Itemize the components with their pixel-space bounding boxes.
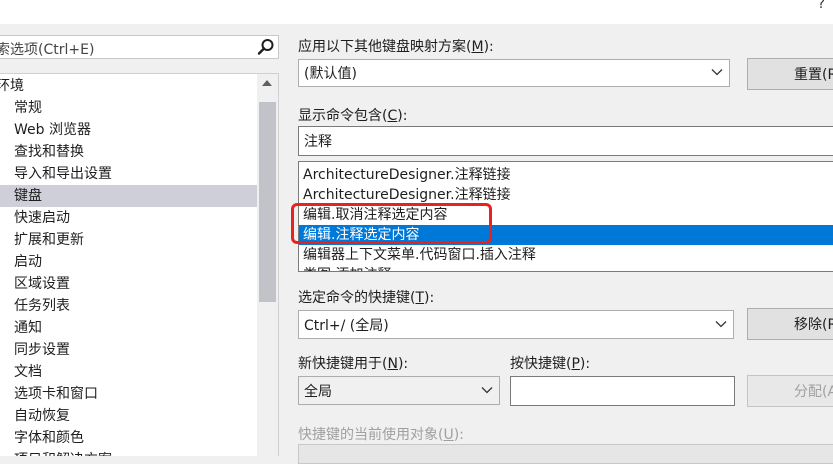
tree-item[interactable]: 扩展和更新 <box>0 229 257 251</box>
tree-item-label: 项目和解决方案 <box>14 449 112 456</box>
filter-mnemonic: C <box>387 108 398 124</box>
tree-item-label: 常规 <box>14 100 42 116</box>
search-icon[interactable] <box>257 38 275 56</box>
remove-button-label: 移除(R) <box>794 317 833 333</box>
mapping-label-suffix: ): <box>483 39 494 55</box>
help-icon[interactable]: ? <box>818 0 825 12</box>
command-list-item[interactable]: ArchitectureDesigner.注释链接 <box>299 165 833 185</box>
tree-item[interactable]: 自动恢复 <box>0 405 257 427</box>
tree-item[interactable]: 字体和颜色 <box>0 427 257 449</box>
scope-label-suffix: ): <box>397 356 409 372</box>
remove-button[interactable]: 移除(R) <box>747 308 833 340</box>
mapping-scheme-label: 应用以下其他键盘映射方案(M): <box>298 36 494 56</box>
tree-scrollbar[interactable] <box>257 74 278 456</box>
command-label: 编辑器上下文菜单.代码窗口.插入注释 <box>303 247 536 263</box>
tree-item[interactable]: 文档 <box>0 361 257 383</box>
command-label: ArchitectureDesigner.注释链接 <box>303 167 511 183</box>
mapping-label-text: 应用以下其他键盘映射方案( <box>298 39 472 55</box>
tree-item-label: 环境 <box>0 78 24 94</box>
tree-item-label: 启动 <box>14 254 42 270</box>
assign-button[interactable]: 分配(A) <box>747 375 833 407</box>
search-options-input[interactable]: 搜索选项(Ctrl+E) <box>0 35 279 59</box>
command-list-item[interactable]: ArchitectureDesigner.注释链接 <box>299 185 833 205</box>
mapping-mnemonic: M <box>471 39 484 55</box>
usage-mnemonic: U <box>443 427 454 443</box>
search-placeholder: 搜索选项(Ctrl+E) <box>0 42 95 58</box>
chevron-down-icon <box>481 386 493 393</box>
press-label-suffix: ): <box>579 356 591 372</box>
reset-button-label: 重置(R) <box>794 67 833 83</box>
usage-label: 快捷键的当前使用对象(U): <box>298 424 464 444</box>
new-shortcut-scope-label: 新快捷键用于(N): <box>298 353 408 373</box>
tree-item[interactable]: 查找和替换 <box>0 141 257 163</box>
press-shortcut-label: 按快捷键(P): <box>510 353 590 373</box>
scroll-up-arrow-icon[interactable] <box>262 80 272 86</box>
command-filter-value: 注释 <box>304 134 332 150</box>
filter-label-text: 显示命令包含( <box>298 108 388 124</box>
command-filter-input[interactable]: 注释 <box>298 126 833 156</box>
tree-item[interactable]: 通知 <box>0 317 257 339</box>
new-shortcut-scope-select[interactable]: 全局 <box>298 376 500 405</box>
tree-item-label: 查找和替换 <box>14 144 84 160</box>
tree-item-label: Web 浏览器 <box>14 122 91 138</box>
command-list-item[interactable]: 编辑器上下文菜单.代码窗口.插入注释 <box>299 245 833 265</box>
tree-item[interactable]: 任务列表 <box>0 295 257 317</box>
chevron-down-icon <box>715 320 727 327</box>
shortcuts-label-text: 选定命令的快捷键( <box>298 290 416 306</box>
usage-label-text: 快捷键的当前使用对象( <box>298 427 444 443</box>
dialog-top-strip <box>0 0 833 24</box>
options-tree[interactable]: 环境常规 Web 浏览器查找和替换导入和导出设置键盘快速启动扩展和更新启动区域设置… <box>0 73 279 456</box>
tree-item[interactable]: 键盘 <box>0 185 257 207</box>
tree-item[interactable]: 区域设置 <box>0 273 257 295</box>
filter-label-suffix: ): <box>397 108 408 124</box>
tree-item-label: 选项卡和窗口 <box>14 386 98 402</box>
tree-item[interactable]: Web 浏览器 <box>0 119 257 141</box>
assign-button-label: 分配(A) <box>794 384 833 400</box>
annotation-highlight-box <box>291 203 492 244</box>
tree-item[interactable]: 导入和导出设置 <box>0 163 257 185</box>
tree-item-label: 同步设置 <box>14 342 70 358</box>
tree-scroll-thumb[interactable] <box>259 102 276 302</box>
shortcuts-value: Ctrl+/ (全局) <box>304 317 389 334</box>
tree-item-label: 文档 <box>14 364 42 380</box>
tree-item-label: 键盘 <box>14 188 42 204</box>
tree-item-label: 区域设置 <box>14 276 70 292</box>
scope-value: 全局 <box>304 383 332 400</box>
tree-item[interactable]: 项目和解决方案 <box>0 449 257 456</box>
mapping-scheme-value: (默认值) <box>304 66 357 82</box>
tree-item-label: 字体和颜色 <box>14 430 84 446</box>
tree-item-label: 自动恢复 <box>14 408 70 424</box>
scope-label-text: 新快捷键用于( <box>298 356 388 372</box>
command-list-item[interactable]: 类图.添加注释 <box>299 265 833 271</box>
press-mnemonic: P <box>571 356 580 372</box>
shortcuts-label-suffix: ): <box>424 290 435 306</box>
press-shortcut-input[interactable] <box>510 376 735 406</box>
mapping-scheme-select[interactable]: (默认值) <box>298 59 730 87</box>
tree-item-label: 任务列表 <box>14 298 70 314</box>
tree-item[interactable]: 常规 <box>0 97 257 119</box>
tree-item-label: 通知 <box>14 320 42 336</box>
tree-item-label: 导入和导出设置 <box>14 166 112 182</box>
shortcuts-select[interactable]: Ctrl+/ (全局) <box>298 310 734 339</box>
tree-item[interactable]: 环境 <box>0 75 257 97</box>
usage-label-suffix: ): <box>453 427 464 443</box>
press-label-text: 按快捷键( <box>510 356 572 372</box>
tree-item[interactable]: 启动 <box>0 251 257 273</box>
command-label: 类图.添加注释 <box>303 265 391 271</box>
tree-item[interactable]: 选项卡和窗口 <box>0 383 257 405</box>
shortcuts-label: 选定命令的快捷键(T): <box>298 287 434 307</box>
tree-item[interactable]: 同步设置 <box>0 339 257 361</box>
scope-mnemonic: N <box>387 356 398 372</box>
tree-item[interactable]: 快速启动 <box>0 207 257 229</box>
command-label: ArchitectureDesigner.注释链接 <box>303 187 511 203</box>
filter-label: 显示命令包含(C): <box>298 105 407 125</box>
shortcuts-mnemonic: T <box>415 290 425 306</box>
chevron-down-icon <box>711 69 723 76</box>
usage-select[interactable] <box>298 444 833 464</box>
tree-item-label: 扩展和更新 <box>14 232 84 248</box>
reset-button[interactable]: 重置(R) <box>747 58 833 90</box>
tree-item-label: 快速启动 <box>14 210 70 226</box>
